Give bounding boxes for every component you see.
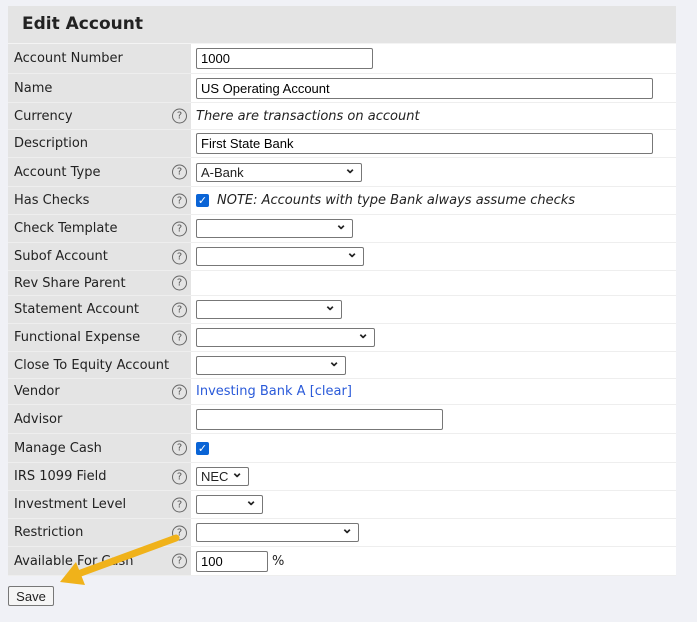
annotation-arrow-icon bbox=[60, 534, 180, 585]
